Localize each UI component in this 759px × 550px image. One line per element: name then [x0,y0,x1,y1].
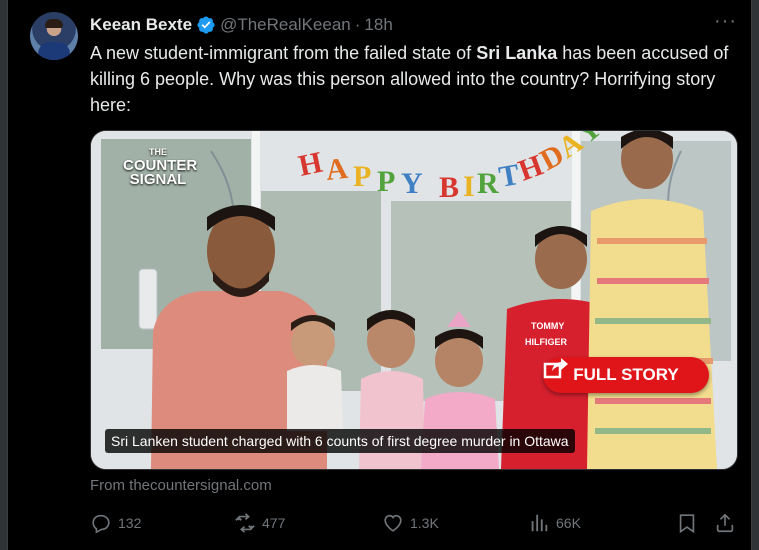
display-name[interactable]: Keean Bexte [90,15,192,35]
like-count: 1.3K [410,515,439,531]
heart-icon [384,514,402,532]
reply-button[interactable]: 132 [90,508,141,538]
like-button[interactable]: 1.3K [382,508,439,538]
svg-text:P: P [353,160,371,193]
window-frame-right-edge [751,0,752,550]
tweet-header: Keean Bexte @TheRealKeean · 18h [90,14,393,36]
views-button[interactable]: 66K [528,508,581,538]
window-frame-left-edge [7,0,8,550]
media-image[interactable]: H A P P Y B I R T H D A Y [90,130,738,470]
svg-text:P: P [377,165,395,198]
repost-button[interactable]: 477 [234,508,285,538]
timestamp[interactable]: 18h [364,15,392,35]
handle[interactable]: @TheRealKeean [220,15,351,35]
full-story-label: FULL STORY [573,365,679,384]
bookmark-icon [679,514,695,534]
bookmark-button[interactable] [676,508,698,538]
svg-text:I: I [463,170,475,203]
svg-text:B: B [439,171,459,204]
avatar[interactable] [30,12,78,60]
separator-dot: · [354,15,361,34]
share-button[interactable] [714,508,736,538]
shirt-text-1: TOMMY [531,321,564,331]
repost-count: 477 [262,515,286,531]
svg-text:R: R [477,167,499,200]
analytics-icon [531,514,548,532]
counter-signal-logo: THE COUNTER SIGNAL [123,145,197,188]
tweet-text-bold: Sri Lanka [476,43,558,63]
reply-icon [92,514,110,534]
view-count: 66K [556,515,581,531]
svg-text:Y: Y [401,167,423,200]
window-frame-left [0,0,7,550]
window-frame-right [752,0,759,550]
svg-text:A: A [324,152,349,187]
avatar-hair [45,19,63,28]
full-story-button[interactable]: FULL STORY [543,357,709,393]
more-options-icon[interactable]: ··· [714,11,737,31]
share-icon [716,513,734,533]
tweet-text: A new student-immigrant from the failed … [90,40,740,118]
repost-icon [235,513,255,533]
action-bar: 132 477 1.3K 66K [90,508,740,538]
tweet-text-part1: A new student-immigrant from the failed … [90,43,477,63]
logo-line2: SIGNAL [129,171,187,188]
verified-badge-icon[interactable] [196,15,216,35]
shirt-text-2: HILFIGER [525,337,567,347]
share-arrow-icon [543,358,568,379]
avatar-shirt [38,42,70,60]
video-caption: Sri Lanken student charged with 6 counts… [105,429,575,453]
reply-count: 132 [118,515,142,531]
link-source[interactable]: From thecountersignal.com [90,477,272,494]
